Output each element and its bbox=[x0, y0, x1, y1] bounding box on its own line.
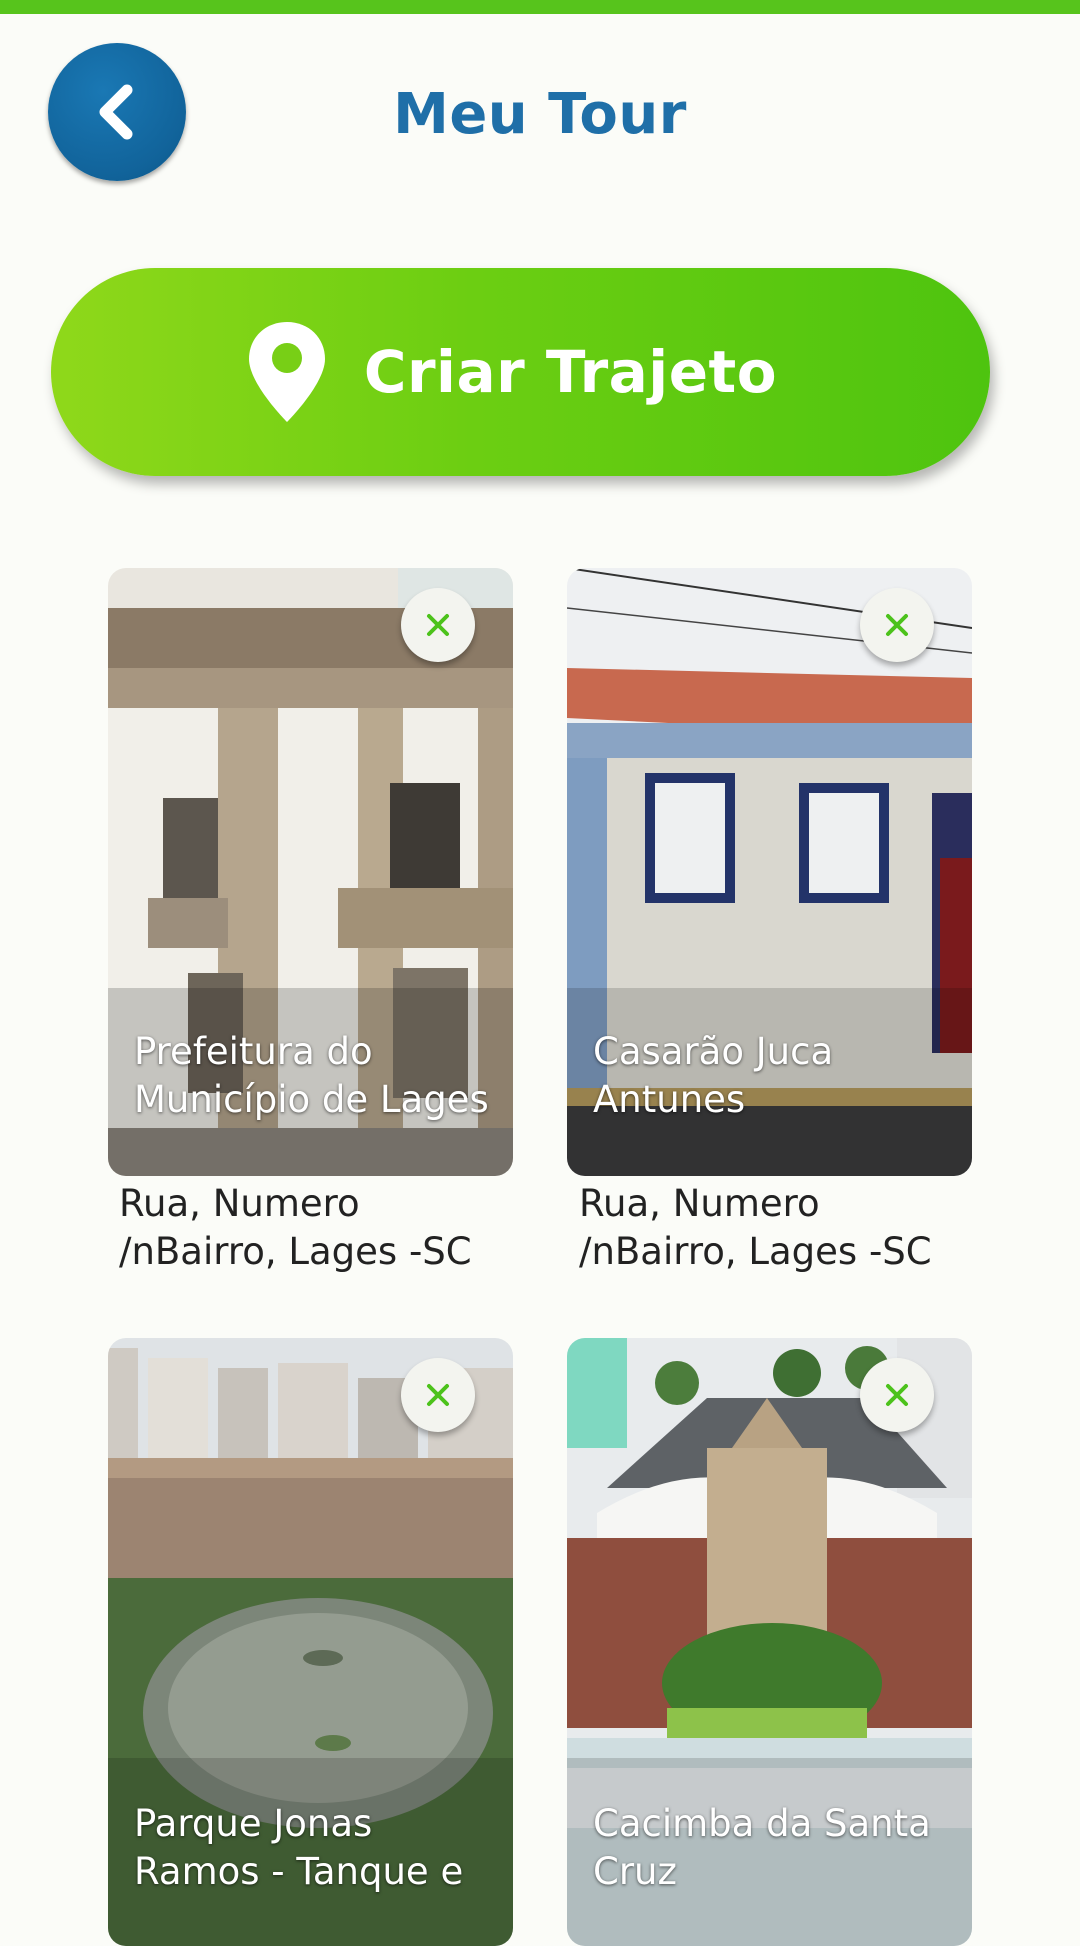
page-title: Meu Tour bbox=[393, 82, 687, 147]
card-address: Rua, Numero /nBairro, Lages -SC bbox=[119, 1182, 472, 1273]
tour-card-casarao[interactable]: Casarão Juca Antunes bbox=[567, 568, 972, 1176]
top-accent-bar bbox=[0, 0, 1080, 14]
create-route-label: Criar Trajeto bbox=[363, 338, 778, 406]
card-address: Rua, Numero /nBairro, Lages -SC bbox=[579, 1182, 932, 1273]
create-route-button[interactable]: Criar Trajeto bbox=[51, 268, 990, 476]
card-title: Casarão Juca Antunes bbox=[593, 1030, 834, 1121]
remove-button[interactable] bbox=[860, 588, 934, 662]
remove-button[interactable] bbox=[401, 588, 475, 662]
close-icon bbox=[886, 1384, 908, 1406]
remove-button[interactable] bbox=[401, 1358, 475, 1432]
card-title: Cacimba da Santa Cruz bbox=[593, 1802, 931, 1893]
remove-button[interactable] bbox=[860, 1358, 934, 1432]
map-pin-icon bbox=[248, 322, 325, 422]
card-title: Parque Jonas Ramos - Tanque e bbox=[134, 1802, 464, 1893]
close-icon bbox=[427, 614, 449, 636]
card-title: Prefeitura do Município de Lages bbox=[134, 1030, 489, 1121]
close-icon bbox=[886, 614, 908, 636]
tour-card-prefeitura[interactable]: Prefeitura do Município de Lages bbox=[108, 568, 513, 1176]
close-icon bbox=[427, 1384, 449, 1406]
tour-card-cacimba-santa-cruz[interactable]: Cacimba da Santa Cruz bbox=[567, 1338, 972, 1946]
tour-card-parque-jonas-ramos[interactable]: Parque Jonas Ramos - Tanque e bbox=[108, 1338, 513, 1946]
